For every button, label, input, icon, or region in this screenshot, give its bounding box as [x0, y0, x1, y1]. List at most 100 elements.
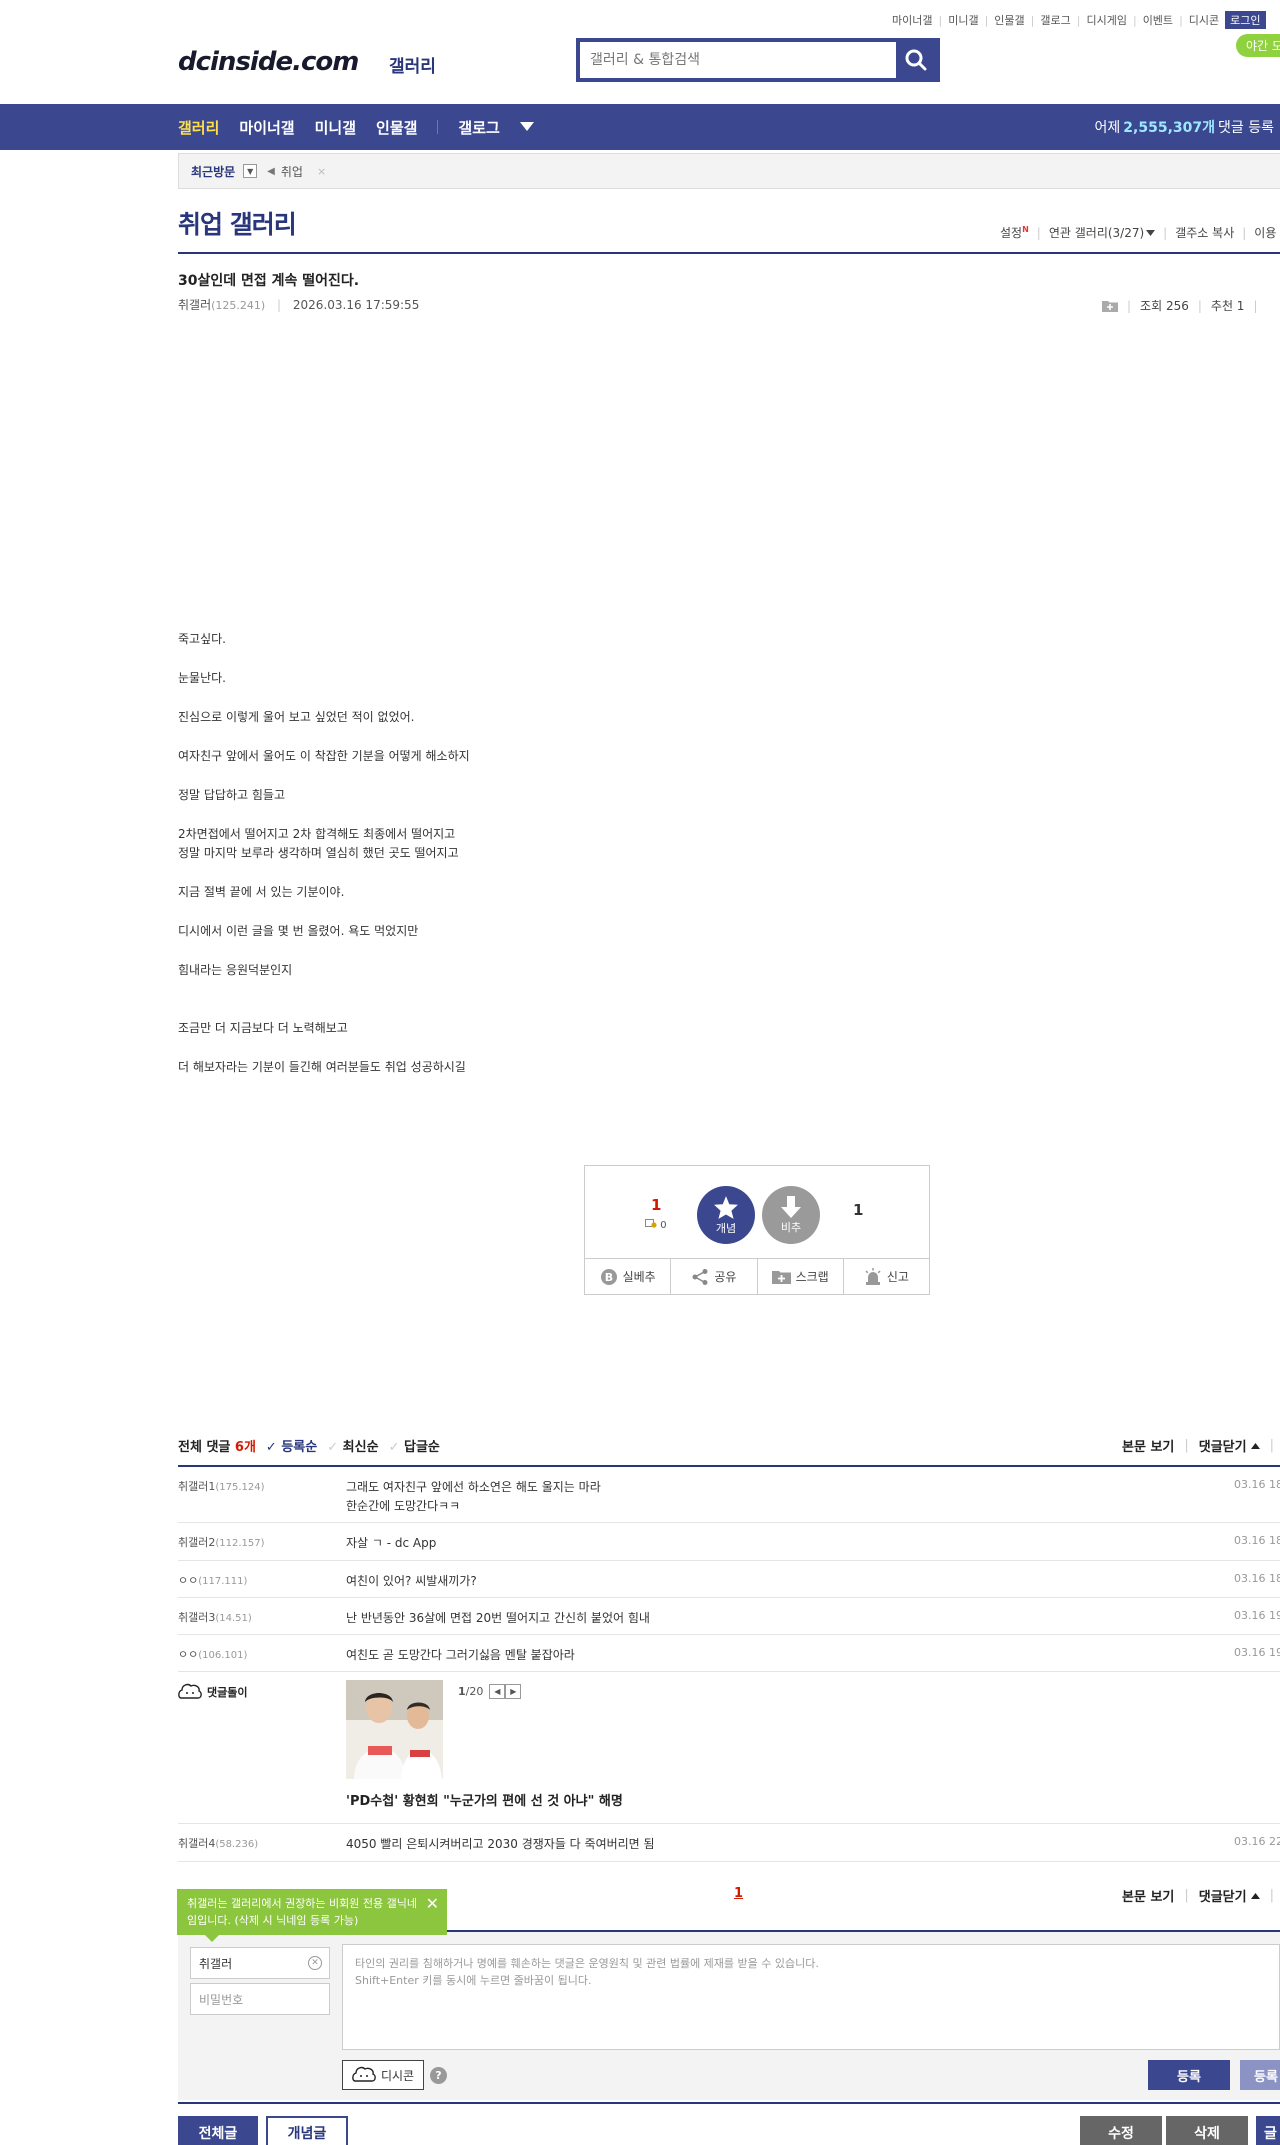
- body-line: 눈물난다.: [178, 671, 226, 685]
- usage-link[interactable]: 이용: [1254, 224, 1276, 241]
- comment-nick[interactable]: 취갤러4(58.236): [178, 1835, 258, 1851]
- edit-button[interactable]: 수정: [1080, 2116, 1162, 2145]
- night-mode-toggle[interactable]: 야간 모: [1236, 34, 1280, 57]
- sort-latest[interactable]: ✓ 최신순: [327, 1436, 378, 1455]
- top-link-event[interactable]: 이벤트: [1143, 12, 1173, 28]
- chevron-up-icon[interactable]: [1250, 1442, 1260, 1449]
- recent-dropdown-button[interactable]: ▼: [243, 164, 258, 178]
- sort-replies[interactable]: ✓ 답글순: [389, 1436, 440, 1455]
- comment-text: 여친이 있어? 씨발새끼가?: [346, 1574, 477, 1588]
- comment-date: 03.16 22: [1234, 1835, 1280, 1848]
- comment-nick[interactable]: 취갤러1(175.124): [178, 1478, 265, 1494]
- ad-pager: 1/20 ◀ ▶: [458, 1684, 522, 1699]
- top-link-mini[interactable]: 미니갤: [948, 12, 978, 28]
- close-comments-button[interactable]: 댓글닫기: [1199, 1886, 1247, 1905]
- submit-recommend-button[interactable]: 등록: [1240, 2060, 1280, 2090]
- body-line: 정말 마지막 보루라 생각하며 열심히 했던 곳도 떨어지고: [178, 846, 459, 860]
- top-link-game[interactable]: 디시게임: [1086, 12, 1126, 28]
- top-link-person[interactable]: 인물갤: [994, 12, 1024, 28]
- downvote-count: 1: [853, 1201, 864, 1219]
- dccon-button[interactable]: 디시콘: [342, 2060, 424, 2090]
- chevron-up-icon[interactable]: [1250, 1892, 1260, 1899]
- related-gallery-link[interactable]: 연관 갤러리(3/27): [1049, 224, 1144, 241]
- downvote-button[interactable]: 비추: [762, 1186, 820, 1244]
- report-button[interactable]: 신고: [844, 1259, 929, 1294]
- nav-minor[interactable]: 마이너갤: [239, 117, 294, 138]
- comment-header: 전체 댓글 6개 ✓ 등록순 ✓ 최신순 ✓ 답글순: [178, 1436, 440, 1455]
- chevron-left-icon[interactable]: ◀: [267, 166, 275, 177]
- view-post-button[interactable]: 본문 보기: [1122, 1886, 1174, 1905]
- ad-thumbnail[interactable]: [346, 1680, 443, 1779]
- nav-mini[interactable]: 미니갤: [315, 117, 356, 138]
- sort-registered[interactable]: ✓ 등록순: [266, 1436, 317, 1455]
- ad-prev-button[interactable]: ◀: [489, 1684, 506, 1699]
- scrap-button[interactable]: 스크랩: [758, 1259, 844, 1294]
- nav-gallery[interactable]: 갤러리: [178, 117, 219, 138]
- comment-date: 03.16 18: [1234, 1478, 1280, 1491]
- share-button[interactable]: 공유: [671, 1259, 758, 1294]
- nav-person[interactable]: 인물갤: [376, 117, 417, 138]
- comment-date: 03.16 18: [1234, 1572, 1280, 1585]
- write-post-button[interactable]: 글: [1256, 2116, 1280, 2145]
- all-posts-button[interactable]: 전체글: [178, 2116, 258, 2145]
- comment-text: 여친도 곧 도망간다 그러기싫음 멘탈 붙잡아라: [346, 1648, 575, 1662]
- site-logo[interactable]: dcinside.com: [178, 47, 359, 77]
- siren-icon: [865, 1267, 881, 1285]
- nav-gallog[interactable]: 갤로그: [458, 117, 499, 138]
- nav-dropdown-icon[interactable]: [519, 122, 534, 132]
- chevron-down-icon[interactable]: [1146, 229, 1156, 236]
- scrap-folder-icon[interactable]: [1102, 299, 1118, 312]
- dccon-face-icon: [178, 1683, 202, 1699]
- nickname-field[interactable]: 취갤러 ✕: [190, 1947, 330, 1979]
- gallery-title[interactable]: 취업 갤러리: [178, 205, 297, 241]
- submit-comment-button[interactable]: 등록: [1148, 2060, 1230, 2090]
- title-divider: [178, 252, 1280, 254]
- top-link-minor[interactable]: 마이너갤: [892, 12, 932, 28]
- password-field[interactable]: 비밀번호: [190, 1983, 330, 2015]
- comment-row: 취갤러1(175.124) 그래도 여자친구 앞에선 하소연은 해도 울지는 마…: [178, 1467, 1280, 1523]
- close-comments-button[interactable]: 댓글닫기: [1199, 1436, 1247, 1455]
- close-icon[interactable]: ✕: [426, 1895, 439, 1912]
- comment-nick[interactable]: ㅇㅇ(106.101): [178, 1646, 247, 1662]
- star-icon: [714, 1195, 738, 1219]
- ad-next-button[interactable]: ▶: [505, 1684, 522, 1699]
- logo-gallery-label[interactable]: 갤러리: [389, 52, 436, 77]
- recent-tag[interactable]: 취업: [281, 163, 303, 180]
- body-line: 디시에서 이런 글을 몇 번 올렸어. 욕도 먹었지만: [178, 924, 419, 938]
- concept-posts-button[interactable]: 개념글: [266, 2116, 348, 2145]
- login-button[interactable]: 로그인: [1225, 11, 1266, 29]
- comment-nick[interactable]: 취갤러3(14.51): [178, 1609, 252, 1625]
- best-recommend-button[interactable]: B 실베추: [585, 1259, 672, 1294]
- top-link-dccon[interactable]: 디시콘: [1189, 12, 1219, 28]
- best-b-icon: B: [600, 1268, 617, 1285]
- settings-link[interactable]: 설정N: [1000, 224, 1029, 241]
- copy-address-link[interactable]: 갤주소 복사: [1175, 224, 1234, 241]
- bottom-divider: [178, 2102, 1280, 2104]
- comment-nick[interactable]: ㅇㅇ(117.111): [178, 1572, 247, 1588]
- comment-textarea[interactable]: 타인의 권리를 침해하거나 명예를 훼손하는 댓글은 운영원칙 및 관련 법률에…: [342, 1944, 1280, 2050]
- body-line: 여자친구 앞에서 울어도 이 착잡한 기분을 어떻게 해소하지: [178, 749, 470, 763]
- delete-button[interactable]: 삭제: [1166, 2116, 1248, 2145]
- comment-toolbar-bottom: 본문 보기 | 댓글닫기 |: [1122, 1886, 1274, 1905]
- top-link-gallog[interactable]: 갤로그: [1040, 12, 1070, 28]
- fixed-upvote: 0: [645, 1218, 667, 1231]
- comment-bot-nick: 댓글돌이: [178, 1683, 247, 1701]
- comment-nick[interactable]: 취갤러2(112.157): [178, 1534, 265, 1550]
- help-icon[interactable]: ?: [430, 2067, 447, 2084]
- comment-text: 4050 빨리 은퇴시켜버리고 2030 경쟁자들 다 죽여버리면 됨: [346, 1837, 655, 1851]
- search-button[interactable]: [896, 42, 936, 78]
- comment-toolbar-top: 본문 보기 | 댓글닫기 |: [1122, 1436, 1274, 1455]
- comment-page-1[interactable]: 1: [734, 1886, 743, 1901]
- search-input[interactable]: [580, 42, 896, 78]
- clear-nickname-icon[interactable]: ✕: [308, 1956, 322, 1970]
- recent-tag-close[interactable]: ×: [317, 165, 326, 178]
- scrap-icon: [771, 1271, 791, 1284]
- share-icon: [692, 1268, 708, 1285]
- post-author[interactable]: 취갤러: [178, 298, 211, 312]
- view-post-button[interactable]: 본문 보기: [1122, 1436, 1174, 1455]
- ad-headline[interactable]: 'PD수첩' 황현희 "누군가의 편에 선 것 아냐" 해명: [346, 1790, 623, 1809]
- comment-date: 03.16 18: [1234, 1534, 1280, 1547]
- body-line: 지금 절벽 끝에 서 있는 기분이야.: [178, 885, 345, 899]
- recent-visit-bar: 최근방문 ▼ ◀ 취업 ×: [178, 153, 1280, 189]
- upvote-button[interactable]: 개념: [697, 1186, 755, 1244]
